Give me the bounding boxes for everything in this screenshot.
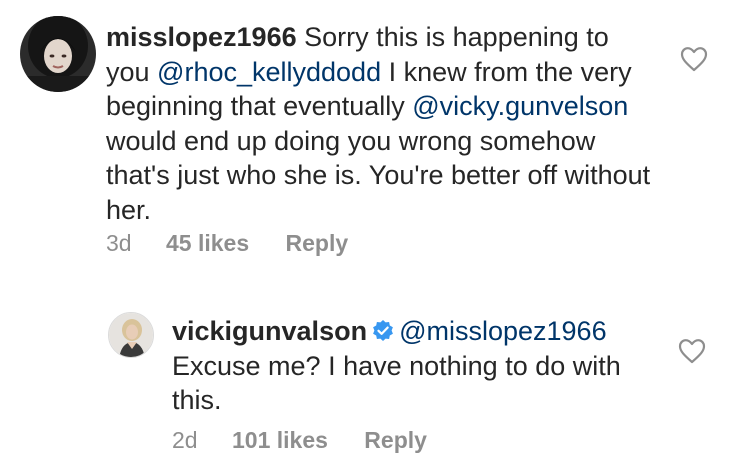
heart-outline-icon[interactable]	[678, 338, 706, 364]
comment-body: vickigunvalson @misslopez1966 Excuse me?…	[172, 314, 642, 418]
comment-timestamp[interactable]: 2d	[172, 427, 198, 454]
comment-username[interactable]: misslopez1966	[106, 22, 297, 52]
comment-body: misslopez1966 Sorry this is happening to…	[106, 20, 656, 227]
likes-count[interactable]: 45 likes	[166, 230, 249, 257]
comment-meta: 3d 45 likes Reply	[106, 230, 348, 257]
comment-meta: 2d 101 likes Reply	[172, 427, 427, 454]
comment-text: Excuse me? I have nothing to do with thi…	[172, 350, 621, 416]
verified-badge-icon	[371, 317, 395, 341]
avatar-image	[20, 16, 96, 92]
mention-link[interactable]: @vicky.gunvelson	[412, 91, 628, 121]
avatar-image	[109, 313, 153, 357]
mention-link[interactable]: @misslopez1966	[399, 316, 607, 346]
comment-timestamp[interactable]: 3d	[106, 230, 132, 257]
mention-link[interactable]: @rhoc_kellyddodd	[157, 57, 381, 87]
comment-thread: misslopez1966 Sorry this is happening to…	[0, 0, 750, 470]
likes-count[interactable]: 101 likes	[232, 427, 328, 454]
reply-button[interactable]: Reply	[286, 230, 349, 257]
avatar[interactable]	[20, 16, 96, 92]
comment-username[interactable]: vickigunvalson	[172, 316, 367, 346]
avatar[interactable]	[108, 312, 154, 358]
heart-outline-icon[interactable]	[680, 46, 708, 72]
comment-text: would end up doing you wrong somehow tha…	[106, 125, 651, 225]
reply-button[interactable]: Reply	[364, 427, 427, 454]
